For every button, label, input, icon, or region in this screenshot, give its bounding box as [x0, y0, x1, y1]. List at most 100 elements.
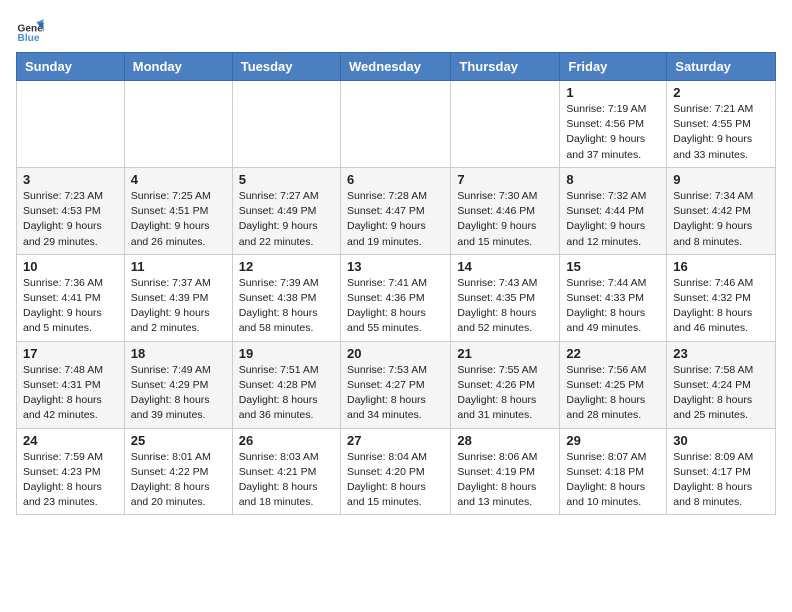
- day-info: Sunrise: 7:51 AM Sunset: 4:28 PM Dayligh…: [239, 363, 334, 424]
- day-number: 28: [457, 433, 553, 448]
- calendar-cell: 16 Sunrise: 7:46 AM Sunset: 4:32 PM Dayli…: [667, 254, 776, 341]
- day-number: 3: [23, 172, 118, 187]
- calendar-cell: 7 Sunrise: 7:30 AM Sunset: 4:46 PM Daylig…: [451, 167, 560, 254]
- calendar-cell: 4 Sunrise: 7:25 AM Sunset: 4:51 PM Daylig…: [124, 167, 232, 254]
- calendar-header-row: SundayMondayTuesdayWednesdayThursdayFrid…: [17, 53, 776, 81]
- calendar-cell: [340, 81, 450, 168]
- calendar-cell: 6Sunrise: 7:28 AM Sunset: 4:47 PM Daylig…: [340, 167, 450, 254]
- day-info: Sunrise: 7:53 AM Sunset: 4:27 PM Dayligh…: [347, 363, 444, 424]
- calendar-cell: [451, 81, 560, 168]
- day-info: Sunrise: 7:30 AM Sunset: 4:46 PM Dayligh…: [457, 189, 553, 250]
- logo: General Blue: [16, 16, 48, 44]
- calendar-week-5: 24 Sunrise: 7:59 AM Sunset: 4:23 PM Dayli…: [17, 428, 776, 515]
- calendar-week-4: 17 Sunrise: 7:48 AM Sunset: 4:31 PM Dayli…: [17, 341, 776, 428]
- day-info: Sunrise: 8:07 AM Sunset: 4:18 PM Dayligh…: [566, 450, 660, 511]
- day-info: Sunrise: 7:59 AM Sunset: 4:23 PM Dayligh…: [23, 450, 118, 511]
- day-number: 9: [673, 172, 769, 187]
- day-info: Sunrise: 8:09 AM Sunset: 4:17 PM Dayligh…: [673, 450, 769, 511]
- calendar-cell: [232, 81, 340, 168]
- day-number: 21: [457, 346, 553, 361]
- day-info: Sunrise: 7:39 AM Sunset: 4:38 PM Dayligh…: [239, 276, 334, 337]
- calendar-header-thursday: Thursday: [451, 53, 560, 81]
- day-info: Sunrise: 8:06 AM Sunset: 4:19 PM Dayligh…: [457, 450, 553, 511]
- day-number: 5: [239, 172, 334, 187]
- calendar-cell: 9 Sunrise: 7:34 AM Sunset: 4:42 PM Daylig…: [667, 167, 776, 254]
- day-info: Sunrise: 8:04 AM Sunset: 4:20 PM Dayligh…: [347, 450, 444, 511]
- day-number: 17: [23, 346, 118, 361]
- calendar-cell: 22 Sunrise: 7:56 AM Sunset: 4:25 PM Dayli…: [560, 341, 667, 428]
- day-number: 22: [566, 346, 660, 361]
- calendar-cell: 11 Sunrise: 7:37 AM Sunset: 4:39 PM Dayli…: [124, 254, 232, 341]
- day-info: Sunrise: 7:37 AM Sunset: 4:39 PM Dayligh…: [131, 276, 226, 337]
- calendar-cell: 13 Sunrise: 7:41 AM Sunset: 4:36 PM Dayli…: [340, 254, 450, 341]
- day-number: 11: [131, 259, 226, 274]
- day-number: 15: [566, 259, 660, 274]
- day-info: Sunrise: 8:01 AM Sunset: 4:22 PM Dayligh…: [131, 450, 226, 511]
- calendar-cell: 10 Sunrise: 7:36 AM Sunset: 4:41 PM Dayli…: [17, 254, 125, 341]
- day-number: 2: [673, 85, 769, 100]
- day-number: 29: [566, 433, 660, 448]
- day-info: Sunrise: 7:48 AM Sunset: 4:31 PM Dayligh…: [23, 363, 118, 424]
- day-number: 8: [566, 172, 660, 187]
- calendar-body: 1Sunrise: 7:19 AM Sunset: 4:56 PM Daylig…: [17, 81, 776, 515]
- calendar-header-saturday: Saturday: [667, 53, 776, 81]
- day-number: 4: [131, 172, 226, 187]
- day-info: Sunrise: 7:43 AM Sunset: 4:35 PM Dayligh…: [457, 276, 553, 337]
- calendar-cell: 19 Sunrise: 7:51 AM Sunset: 4:28 PM Dayli…: [232, 341, 340, 428]
- day-number: 26: [239, 433, 334, 448]
- day-info: Sunrise: 7:41 AM Sunset: 4:36 PM Dayligh…: [347, 276, 444, 337]
- day-info: Sunrise: 7:19 AM Sunset: 4:56 PM Dayligh…: [566, 102, 660, 163]
- day-info: Sunrise: 7:49 AM Sunset: 4:29 PM Dayligh…: [131, 363, 226, 424]
- calendar-cell: 15 Sunrise: 7:44 AM Sunset: 4:33 PM Dayli…: [560, 254, 667, 341]
- day-info: Sunrise: 7:27 AM Sunset: 4:49 PM Dayligh…: [239, 189, 334, 250]
- calendar-week-1: 1Sunrise: 7:19 AM Sunset: 4:56 PM Daylig…: [17, 81, 776, 168]
- day-number: 13: [347, 259, 444, 274]
- svg-text:Blue: Blue: [18, 33, 40, 44]
- day-number: 10: [23, 259, 118, 274]
- day-number: 7: [457, 172, 553, 187]
- calendar-cell: 24 Sunrise: 7:59 AM Sunset: 4:23 PM Dayli…: [17, 428, 125, 515]
- calendar-cell: [17, 81, 125, 168]
- calendar-cell: 28 Sunrise: 8:06 AM Sunset: 4:19 PM Dayli…: [451, 428, 560, 515]
- page-header: General Blue: [16, 16, 776, 44]
- calendar-cell: [124, 81, 232, 168]
- day-info: Sunrise: 7:56 AM Sunset: 4:25 PM Dayligh…: [566, 363, 660, 424]
- calendar-cell: 27Sunrise: 8:04 AM Sunset: 4:20 PM Dayli…: [340, 428, 450, 515]
- day-number: 20: [347, 346, 444, 361]
- day-info: Sunrise: 7:36 AM Sunset: 4:41 PM Dayligh…: [23, 276, 118, 337]
- calendar-cell: 18Sunrise: 7:49 AM Sunset: 4:29 PM Dayli…: [124, 341, 232, 428]
- calendar-header-tuesday: Tuesday: [232, 53, 340, 81]
- calendar-cell: 20 Sunrise: 7:53 AM Sunset: 4:27 PM Dayli…: [340, 341, 450, 428]
- calendar-cell: 30Sunrise: 8:09 AM Sunset: 4:17 PM Dayli…: [667, 428, 776, 515]
- day-number: 12: [239, 259, 334, 274]
- day-number: 25: [131, 433, 226, 448]
- day-number: 16: [673, 259, 769, 274]
- day-info: Sunrise: 7:58 AM Sunset: 4:24 PM Dayligh…: [673, 363, 769, 424]
- day-number: 24: [23, 433, 118, 448]
- day-info: Sunrise: 7:23 AM Sunset: 4:53 PM Dayligh…: [23, 189, 118, 250]
- calendar-header-sunday: Sunday: [17, 53, 125, 81]
- calendar-cell: 1Sunrise: 7:19 AM Sunset: 4:56 PM Daylig…: [560, 81, 667, 168]
- day-info: Sunrise: 7:25 AM Sunset: 4:51 PM Dayligh…: [131, 189, 226, 250]
- calendar-cell: 5 Sunrise: 7:27 AM Sunset: 4:49 PM Daylig…: [232, 167, 340, 254]
- calendar-table: SundayMondayTuesdayWednesdayThursdayFrid…: [16, 52, 776, 515]
- day-info: Sunrise: 7:34 AM Sunset: 4:42 PM Dayligh…: [673, 189, 769, 250]
- calendar-cell: 14 Sunrise: 7:43 AM Sunset: 4:35 PM Dayli…: [451, 254, 560, 341]
- calendar-cell: 26 Sunrise: 8:03 AM Sunset: 4:21 PM Dayli…: [232, 428, 340, 515]
- day-info: Sunrise: 7:44 AM Sunset: 4:33 PM Dayligh…: [566, 276, 660, 337]
- day-info: Sunrise: 7:21 AM Sunset: 4:55 PM Dayligh…: [673, 102, 769, 163]
- logo-icon: General Blue: [16, 16, 44, 44]
- calendar-cell: 21 Sunrise: 7:55 AM Sunset: 4:26 PM Dayli…: [451, 341, 560, 428]
- day-number: 14: [457, 259, 553, 274]
- calendar-week-3: 10 Sunrise: 7:36 AM Sunset: 4:41 PM Dayli…: [17, 254, 776, 341]
- calendar-cell: 8Sunrise: 7:32 AM Sunset: 4:44 PM Daylig…: [560, 167, 667, 254]
- day-info: Sunrise: 7:55 AM Sunset: 4:26 PM Dayligh…: [457, 363, 553, 424]
- day-info: Sunrise: 7:46 AM Sunset: 4:32 PM Dayligh…: [673, 276, 769, 337]
- calendar-cell: 25 Sunrise: 8:01 AM Sunset: 4:22 PM Dayli…: [124, 428, 232, 515]
- calendar-header-monday: Monday: [124, 53, 232, 81]
- calendar-cell: 12 Sunrise: 7:39 AM Sunset: 4:38 PM Dayli…: [232, 254, 340, 341]
- calendar-cell: 29 Sunrise: 8:07 AM Sunset: 4:18 PM Dayli…: [560, 428, 667, 515]
- day-info: Sunrise: 8:03 AM Sunset: 4:21 PM Dayligh…: [239, 450, 334, 511]
- day-number: 23: [673, 346, 769, 361]
- day-number: 19: [239, 346, 334, 361]
